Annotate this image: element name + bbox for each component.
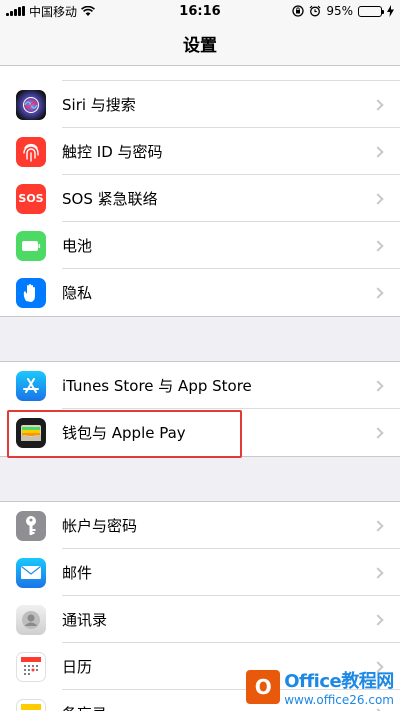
settings-row-label: SOS 紧急联络 [62,190,158,208]
chevron-right-icon [372,379,384,392]
settings-row-label: 电池 [62,237,93,255]
alarm-icon [309,5,321,17]
settings-row-sos[interactable]: SOS SOS 紧急联络 [0,175,400,222]
siri-icon [16,89,46,120]
sos-icon-text: SOS [18,192,44,205]
settings-row-contacts[interactable]: 通讯录 [0,596,400,643]
carrier-label: 中国移动 [29,4,78,19]
settings-row-accounts[interactable]: 帐户与密码 [0,502,400,549]
group-separator [0,456,400,502]
watermark-url: www.office26.com [284,693,394,707]
chevron-right-icon [372,519,384,532]
chevron-right-icon [372,426,384,439]
signal-icon [6,6,25,16]
settings-row-label: 邮件 [62,564,93,582]
settings-row-label: 帐户与密码 [62,517,138,535]
chevron-right-icon [372,145,384,158]
settings-row-label: 钱包与 Apple Pay [62,424,186,442]
settings-row-siri[interactable]: Siri 与搜索 [0,81,400,128]
group-separator [0,316,400,362]
calendar-icon [16,651,46,682]
key-icon [16,510,46,541]
battery-percent: 95% [326,4,353,18]
app-store-icon [16,370,46,401]
chevron-right-icon [372,192,384,205]
nav-bar: 设置 [0,22,400,66]
battery-icon [16,230,46,261]
office-logo-icon: O [246,670,281,704]
settings-row-mail[interactable]: 邮件 [0,549,400,596]
orientation-lock-icon [292,5,304,17]
settings-group-2: iTunes Store 与 App Store 钱包与 Apple Pay [0,362,400,456]
settings-row-battery[interactable]: 电池 [0,222,400,269]
hand-icon [16,277,46,308]
page-title: 设置 [183,36,217,56]
chevron-right-icon [372,613,384,626]
chevron-right-icon [372,239,384,252]
settings-group-1: 声音 Siri 与搜索 触控 ID 与密码 SOS SOS 紧急联络 [0,35,400,316]
charging-icon [387,5,394,17]
mail-icon [16,557,46,588]
chevron-right-icon [372,98,384,111]
status-bar: 中国移动 16:16 95% [0,0,400,22]
settings-row-label: 隐私 [62,284,93,302]
settings-row-touch-id[interactable]: 触控 ID 与密码 [0,128,400,175]
settings-row-label: 通讯录 [62,611,108,629]
settings-row-label: 触控 ID 与密码 [62,143,163,161]
settings-row-label: Siri 与搜索 [62,96,136,114]
wifi-icon [81,5,95,16]
notes-icon [16,698,46,711]
wallet-icon [16,417,46,448]
settings-list[interactable]: 声音 Siri 与搜索 触控 ID 与密码 SOS SOS 紧急联络 [0,35,400,711]
settings-row-app-store[interactable]: iTunes Store 与 App Store [0,362,400,409]
watermark: O Office教程网 www.office26.com [246,667,394,707]
sos-icon: SOS [16,183,46,214]
settings-row-wallet[interactable]: 钱包与 Apple Pay [0,409,400,456]
settings-row-privacy[interactable]: 隐私 [0,269,400,316]
watermark-title: Office教程网 [284,671,394,692]
settings-row-label: iTunes Store 与 App Store [62,377,252,395]
chevron-right-icon [372,566,384,579]
chevron-right-icon [372,286,384,299]
battery-indicator [358,5,384,17]
fingerprint-icon [16,136,46,167]
contacts-icon [16,604,46,635]
